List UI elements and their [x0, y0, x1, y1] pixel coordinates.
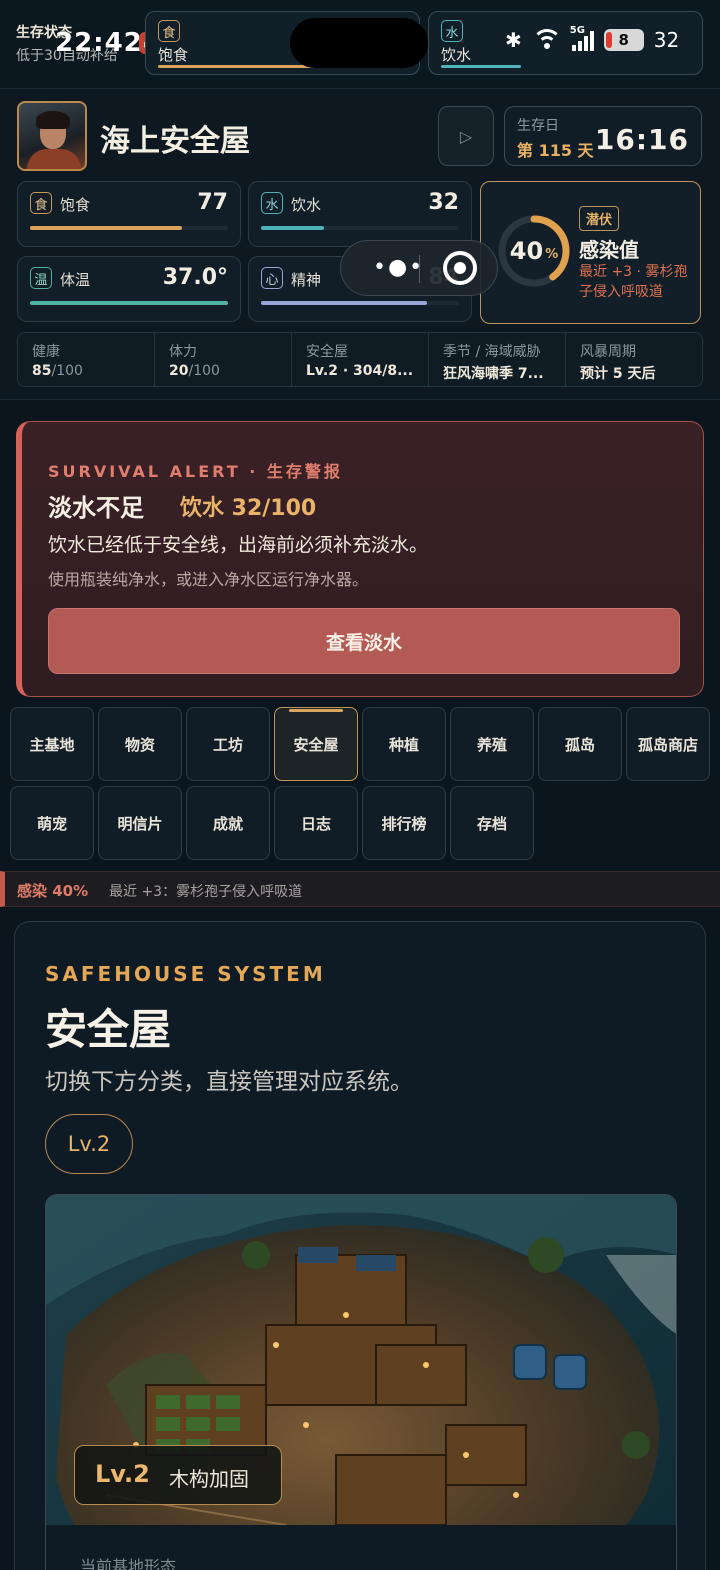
- system-clock: 22:42: [55, 28, 143, 58]
- stat-card-temperature[interactable]: 温 体温 37.0°: [17, 256, 241, 322]
- stat-bar: [30, 301, 228, 305]
- camera-notch: [290, 18, 428, 68]
- safehouse-island-image: Lv.2 木构加固 当前基地形态: [45, 1194, 677, 1570]
- battery-icon: 8: [603, 29, 644, 51]
- badge-name: 木构加固: [169, 1467, 249, 1491]
- info-row: 健康 85/100 体力 20/100 安全屋 Lv.2 · 304/8... …: [17, 332, 703, 387]
- stat-card-water[interactable]: 水 饮水 32: [248, 181, 472, 247]
- survival-alert-card: SURVIVAL ALERT · 生存警报 淡水不足 饮水 32/100 饮水已…: [16, 421, 704, 697]
- thermometer-icon: 温: [30, 267, 52, 289]
- water-mini-bar: [441, 65, 521, 68]
- target-icon[interactable]: [443, 251, 477, 285]
- pill-divider: [419, 255, 420, 283]
- food-icon: 食: [30, 192, 52, 214]
- infection-card[interactable]: 40% 潜伏 感染值 最近 +3 · 雾杉孢子侵入呼吸道: [480, 181, 701, 324]
- stat-value: 77: [197, 190, 228, 215]
- water-mini-label: 饮水: [441, 46, 472, 64]
- stat-card-food[interactable]: 食 饱食 77: [17, 181, 241, 247]
- tab-island[interactable]: 孤岛: [538, 707, 622, 781]
- tab-safehouse[interactable]: 安全屋: [274, 707, 358, 781]
- tab-workshop[interactable]: 工坊: [186, 707, 270, 781]
- info-storm: 风暴周期 预计 5 天后: [580, 344, 656, 382]
- water-icon: 水: [441, 20, 463, 42]
- play-icon: ▷: [459, 126, 473, 146]
- heart-icon: 心: [261, 267, 283, 289]
- page-title: 海上安全屋: [100, 124, 250, 159]
- food-icon: 食: [158, 20, 180, 42]
- system-tray: ✱ 5G 8 32: [505, 25, 680, 52]
- play-button[interactable]: ▷: [438, 106, 494, 166]
- more-dots-icon[interactable]: •●•: [373, 255, 424, 280]
- infection-percent: 40%: [509, 237, 559, 265]
- food-mini-label: 饱食: [158, 46, 189, 64]
- alert-description: 饮水已经低于安全线，出海前必须补充淡水。: [48, 534, 429, 556]
- floating-menu-pill[interactable]: •●•: [340, 240, 498, 296]
- tab-pets[interactable]: 萌宠: [10, 786, 94, 860]
- safehouse-eyebrow: SAFEHOUSE SYSTEM: [45, 962, 326, 986]
- survival-day-card: 生存日 第 115 天 16:16: [504, 106, 702, 166]
- infection-ticker: 感染 40% 最近 +3：雾杉孢子侵入呼吸道: [0, 871, 720, 907]
- safehouse-level-pill[interactable]: Lv.2: [45, 1114, 133, 1174]
- safehouse-panel: SAFEHOUSE SYSTEM 安全屋 切换下方分类，直接管理对应系统。 Lv…: [14, 921, 706, 1570]
- stat-label: 饱食: [60, 196, 91, 214]
- tab-breeding[interactable]: 养殖: [450, 707, 534, 781]
- ticker-text: 最近 +3：雾杉孢子侵入呼吸道: [109, 884, 303, 900]
- info-stamina: 体力 20/100: [155, 333, 292, 386]
- wifi-icon: [531, 29, 562, 51]
- tab-planting[interactable]: 种植: [362, 707, 446, 781]
- badge-level: Lv.2: [95, 1460, 150, 1488]
- tab-achievements[interactable]: 成就: [186, 786, 270, 860]
- info-health: 健康 85/100: [18, 333, 155, 386]
- survival-day-value: 第 115 天: [517, 141, 594, 160]
- network-type: 5G: [569, 25, 585, 36]
- avatar[interactable]: [17, 101, 87, 171]
- alert-title: 淡水不足: [48, 494, 144, 522]
- ticker-alert: 感染 40%: [17, 882, 89, 900]
- scene-footer-hint: 当前基地形态: [80, 1557, 177, 1570]
- stat-bar: [261, 301, 459, 305]
- bluetooth-icon: ✱: [505, 28, 522, 52]
- tab-supplies[interactable]: 物资: [98, 707, 182, 781]
- safehouse-description: 切换下方分类，直接管理对应系统。: [45, 1069, 413, 1095]
- tab-log[interactable]: 日志: [274, 786, 358, 860]
- info-season: 季节 / 海域威胁 狂风海啸季 7...: [429, 333, 566, 386]
- island-illustration: [46, 1195, 676, 1570]
- infection-title: 感染值: [579, 238, 639, 262]
- scene-footer: 当前基地形态: [46, 1525, 676, 1570]
- alert-metric: 饮水 32/100: [180, 496, 317, 521]
- stat-bar: [30, 226, 228, 230]
- battery-extra-number: 32: [653, 28, 680, 52]
- stat-value: 37.0°: [162, 265, 228, 290]
- tab-postcards[interactable]: 明信片: [98, 786, 182, 860]
- tab-island-shop[interactable]: 孤岛商店: [626, 707, 710, 781]
- stat-label: 精神: [291, 271, 322, 289]
- infection-note: 最近 +3 · 雾杉孢子侵入呼吸道: [579, 264, 688, 300]
- cell-signal-icon: 5G: [570, 25, 594, 51]
- safehouse-title: 安全屋: [45, 1005, 172, 1054]
- game-time: 16:16: [594, 123, 689, 156]
- tab-leaderboard[interactable]: 排行榜: [362, 786, 446, 860]
- stat-label: 饮水: [291, 196, 322, 214]
- tab-save[interactable]: 存档: [450, 786, 534, 860]
- safehouse-level-badge: Lv.2 木构加固: [74, 1445, 282, 1505]
- view-water-button[interactable]: 查看淡水: [48, 608, 680, 674]
- tab-main-base[interactable]: 主基地: [10, 707, 94, 781]
- info-safehouse: 安全屋 Lv.2 · 304/8...: [292, 333, 429, 386]
- water-icon: 水: [261, 192, 283, 214]
- survival-day-label: 生存日: [517, 118, 559, 134]
- alert-subtext: 使用瓶装纯净水，或进入净水区运行净水器。: [48, 570, 369, 589]
- stat-label: 体温: [60, 271, 91, 289]
- stat-bar: [261, 226, 459, 230]
- latent-tag: 潜伏: [579, 206, 620, 231]
- stat-value: 32: [428, 190, 459, 215]
- alert-eyebrow: SURVIVAL ALERT · 生存警报: [48, 462, 343, 481]
